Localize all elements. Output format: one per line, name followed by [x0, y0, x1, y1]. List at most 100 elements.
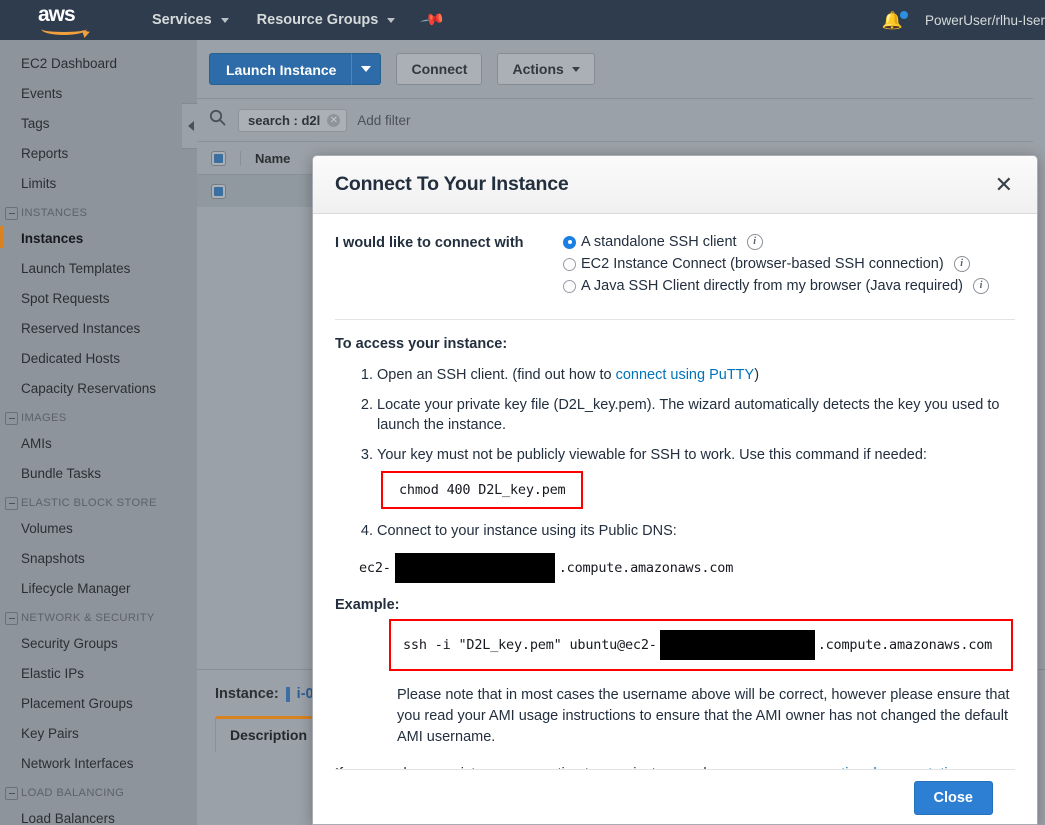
close-icon[interactable]: ✕ — [991, 172, 1017, 198]
collapse-group-icon[interactable] — [5, 497, 18, 510]
sidebar-item-dedicated-hosts[interactable]: Dedicated Hosts — [0, 343, 197, 373]
search-filter-chip[interactable]: search : d2l ✕ — [238, 109, 347, 132]
sidebar-item-label: Spot Requests — [21, 291, 110, 306]
launch-instance-split-button[interactable]: Launch Instance — [209, 53, 381, 85]
actions-button[interactable]: Actions — [497, 53, 594, 85]
sidebar-item-label: Elastic IPs — [21, 666, 84, 681]
nav-resource-groups[interactable]: Resource Groups — [243, 0, 410, 40]
sidebar-group-network-security[interactable]: NETWORK & SECURITY — [0, 603, 197, 628]
tab-description[interactable]: Description — [215, 716, 322, 752]
connect-button-label: Connect — [411, 54, 467, 84]
sidebar-item-bundle-tasks[interactable]: Bundle Tasks — [0, 458, 197, 488]
launch-instance-button[interactable]: Launch Instance — [209, 53, 352, 85]
example-command-suffix: .compute.amazonaws.com — [818, 637, 992, 653]
radio-button-selected-icon[interactable] — [563, 236, 576, 249]
sidebar-item-network-interfaces[interactable]: Network Interfaces — [0, 748, 197, 778]
sidebar-item-volumes[interactable]: Volumes — [0, 513, 197, 543]
aws-logo[interactable]: aws — [38, 5, 100, 35]
sidebar-group-load-balancing[interactable]: LOAD BALANCING — [0, 778, 197, 803]
info-icon[interactable]: i — [954, 256, 970, 272]
radio-button-icon[interactable] — [563, 258, 576, 271]
step1-text-after: ) — [754, 367, 759, 383]
chevron-down-icon — [387, 18, 395, 23]
radio-option-ec2-instance-connect[interactable]: EC2 Instance Connect (browser-based SSH … — [563, 256, 1015, 272]
radio-option-standalone-ssh[interactable]: A standalone SSH client i — [563, 234, 1015, 250]
radio-option-label: A Java SSH Client directly from my brows… — [581, 278, 963, 294]
sidebar-item-limits[interactable]: Limits — [0, 168, 197, 198]
modal-footer: Close — [335, 769, 1015, 825]
sidebar-item-label: Lifecycle Manager — [21, 581, 131, 596]
close-icon[interactable]: ✕ — [327, 114, 340, 127]
assistance-text-before: If you need any assistance connecting to… — [335, 766, 794, 769]
info-icon[interactable]: i — [973, 278, 989, 294]
sidebar-group-label: NETWORK & SECURITY — [21, 612, 155, 624]
sidebar-item-lifecycle-manager[interactable]: Lifecycle Manager — [0, 573, 197, 603]
row-select-checkbox[interactable] — [211, 184, 226, 199]
radio-button-icon[interactable] — [563, 280, 576, 293]
connect-with-label: I would like to connect with — [335, 234, 563, 251]
account-menu-label[interactable]: PowerUser/rlhu-Iser — [925, 13, 1045, 28]
column-header-name[interactable]: Name — [255, 151, 290, 166]
launch-instance-dropdown-toggle[interactable] — [351, 53, 381, 85]
sidebar-item-label: Tags — [21, 116, 50, 131]
connection-documentation-link[interactable]: connection documentation — [794, 766, 963, 769]
step-chmod-key: Your key must not be publicly viewable f… — [377, 445, 1015, 511]
sidebar-item-ec2-dashboard[interactable]: EC2 Dashboard — [0, 48, 197, 78]
sidebar-item-elastic-ips[interactable]: Elastic IPs — [0, 658, 197, 688]
close-button[interactable]: Close — [914, 781, 994, 815]
sidebar-item-launch-templates[interactable]: Launch Templates — [0, 253, 197, 283]
access-instance-heading: To access your instance: — [335, 336, 1015, 352]
collapse-group-icon[interactable] — [5, 787, 18, 800]
sidebar-item-load-balancers[interactable]: Load Balancers — [0, 803, 197, 825]
collapse-group-icon[interactable] — [5, 612, 18, 625]
sidebar-group-elastic-block-store[interactable]: ELASTIC BLOCK STORE — [0, 488, 197, 513]
sidebar-item-key-pairs[interactable]: Key Pairs — [0, 718, 197, 748]
search-icon — [209, 109, 228, 131]
instance-color-swatch — [286, 687, 290, 702]
sidebar-group-label: INSTANCES — [21, 207, 87, 219]
sidebar-item-placement-groups[interactable]: Placement Groups — [0, 688, 197, 718]
sidebar-group-label: LOAD BALANCING — [21, 787, 124, 799]
sidebar-item-label: Capacity Reservations — [21, 381, 156, 396]
example-ssh-command-box: ssh -i "D2L_key.pem" ubuntu@ec2- .comput… — [389, 619, 1013, 671]
sidebar-item-label: Dedicated Hosts — [21, 351, 120, 366]
filter-bar: search : d2l ✕ Add filter — [197, 98, 1045, 141]
sidebar-item-amis[interactable]: AMIs — [0, 428, 197, 458]
sidebar-item-events[interactable]: Events — [0, 78, 197, 108]
sidebar-item-label: Launch Templates — [21, 261, 130, 276]
sidebar-item-capacity-reservations[interactable]: Capacity Reservations — [0, 373, 197, 403]
sidebar-item-reserved-instances[interactable]: Reserved Instances — [0, 313, 197, 343]
nav-services-label: Services — [152, 0, 212, 40]
connect-button[interactable]: Connect — [396, 53, 482, 85]
sidebar-item-spot-requests[interactable]: Spot Requests — [0, 283, 197, 313]
connect-using-putty-link[interactable]: connect using PuTTY — [616, 367, 755, 383]
sidebar-item-snapshots[interactable]: Snapshots — [0, 543, 197, 573]
pin-icon[interactable]: 📌 — [419, 6, 447, 34]
chevron-down-icon — [361, 66, 371, 72]
sidebar-item-security-groups[interactable]: Security Groups — [0, 628, 197, 658]
connection-method-radio-group: A standalone SSH client i EC2 Instance C… — [563, 234, 1015, 300]
connect-with-row: I would like to connect with A standalon… — [335, 234, 1015, 300]
add-filter-input[interactable]: Add filter — [357, 113, 410, 128]
sidebar-group-images[interactable]: IMAGES — [0, 403, 197, 428]
actions-button-label: Actions — [512, 54, 563, 84]
sidebar-item-label: Network Interfaces — [21, 756, 134, 771]
sidebar-item-instances[interactable]: Instances — [0, 223, 197, 253]
top-navigation-bar: aws Services Resource Groups 📌 🔔 PowerUs… — [0, 0, 1045, 40]
example-command-prefix: ssh -i "D2L_key.pem" ubuntu@ec2- — [403, 637, 657, 653]
notifications-button[interactable]: 🔔 — [882, 12, 903, 29]
collapse-group-icon[interactable] — [5, 207, 18, 220]
public-dns-suffix: .compute.amazonaws.com — [559, 560, 733, 576]
select-all-checkbox[interactable] — [211, 151, 226, 166]
sidebar-item-reports[interactable]: Reports — [0, 138, 197, 168]
radio-option-java-ssh-client[interactable]: A Java SSH Client directly from my brows… — [563, 278, 1015, 294]
sidebar-group-instances[interactable]: INSTANCES — [0, 198, 197, 223]
sidebar: EC2 DashboardEvents Tags Reports Limits INST… — [0, 40, 197, 825]
sidebar-item-label: Reports — [21, 146, 68, 161]
nav-services[interactable]: Services — [138, 0, 243, 40]
step4-text: Connect to your instance using its Publi… — [377, 523, 677, 539]
chmod-command-text[interactable]: chmod 400 D2L_key.pem — [399, 482, 565, 498]
info-icon[interactable]: i — [747, 234, 763, 250]
sidebar-item-tags[interactable]: Tags — [0, 108, 197, 138]
collapse-group-icon[interactable] — [5, 412, 18, 425]
